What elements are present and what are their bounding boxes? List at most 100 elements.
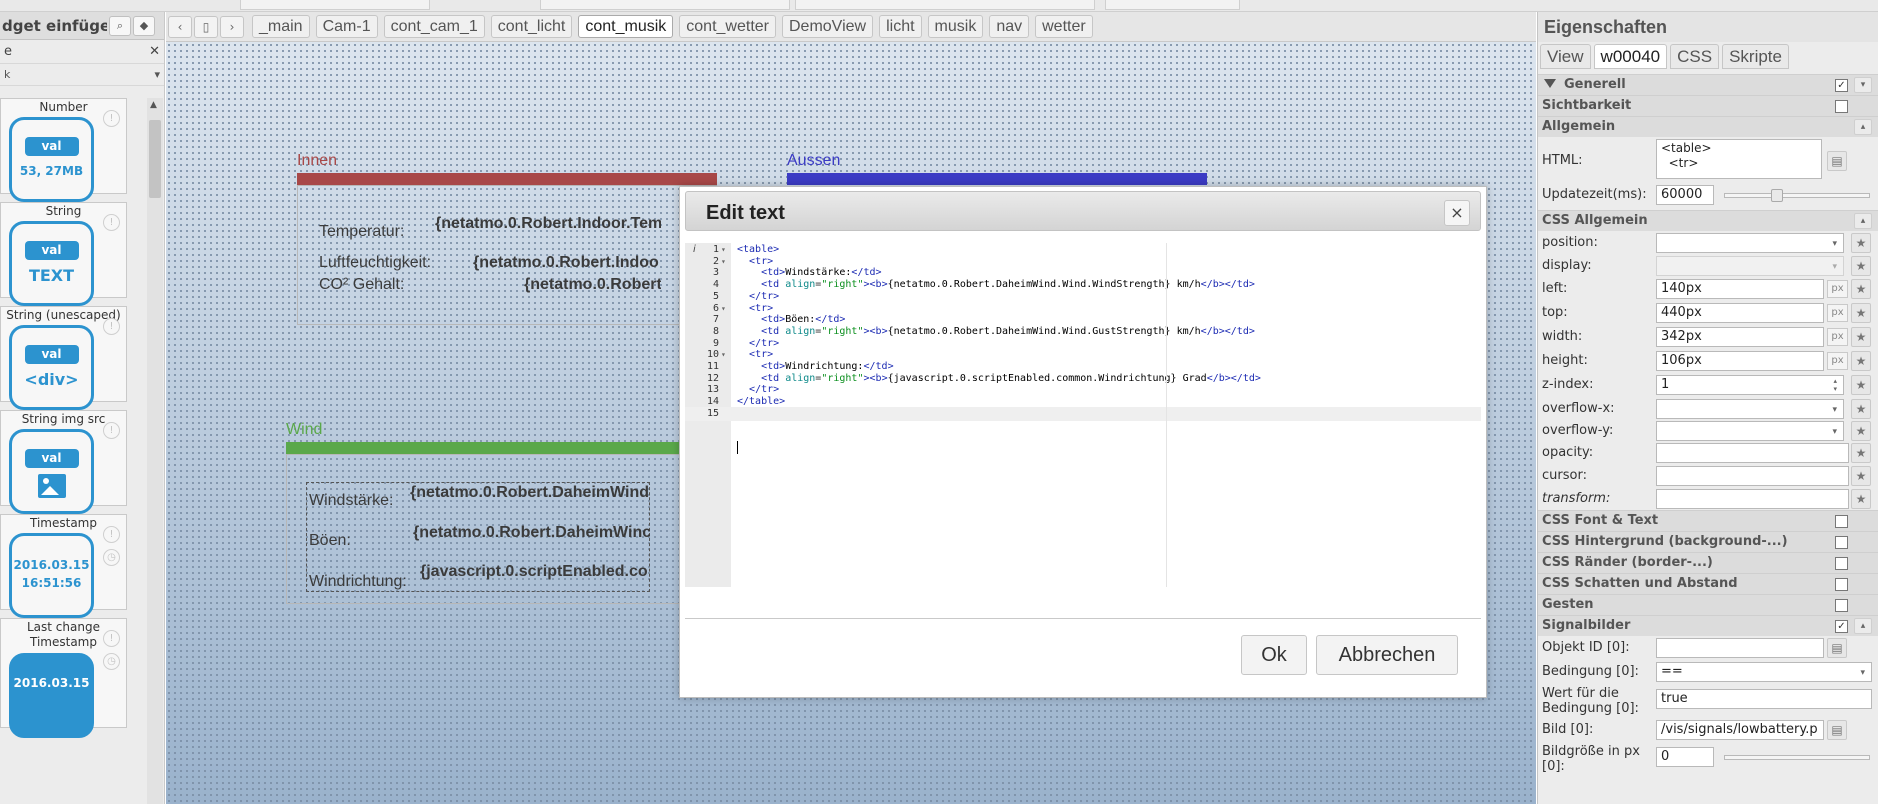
wind-title[interactable]: Wind — [286, 421, 322, 439]
top-field[interactable] — [1105, 0, 1240, 10]
position-select[interactable]: ▾ — [1656, 233, 1844, 253]
cancel-button[interactable]: Abbrechen — [1316, 635, 1458, 675]
aussen-bar[interactable] — [787, 173, 1207, 185]
overflow-y-select[interactable]: ▾ — [1656, 421, 1844, 441]
chevron-right-icon[interactable]: › — [220, 15, 244, 38]
widget-timestamp[interactable]: Timestamp 2016.03.15 16:51:56 ! ◷ — [0, 514, 127, 618]
section-signalbilder[interactable]: Signalbilder ✓ ▴ — [1538, 615, 1878, 636]
opacity-input[interactable] — [1656, 443, 1849, 463]
star-icon[interactable]: ★ — [1851, 327, 1871, 347]
bildgroesse-slider[interactable] — [1724, 755, 1870, 760]
star-icon[interactable]: ★ — [1851, 375, 1871, 395]
widget-list-scrollbar[interactable]: ▲ — [147, 98, 163, 804]
tab-_main[interactable]: _main — [252, 15, 310, 38]
tab-demoview[interactable]: DemoView — [782, 15, 874, 38]
category-select[interactable]: k ▾ — [0, 64, 164, 86]
top-field[interactable] — [240, 0, 430, 10]
left-input[interactable]: 140px — [1656, 279, 1824, 299]
code-editor[interactable]: i 1 ▾ <table> 2 ▾ <tr> 3 <td>Windstärke:</td>… — [685, 243, 1481, 587]
section-css-font[interactable]: CSS Font & Text — [1538, 510, 1878, 531]
info-icon[interactable]: ! — [103, 214, 120, 231]
section-gesten[interactable]: Gesten — [1538, 594, 1878, 615]
checkbox[interactable] — [1835, 578, 1848, 591]
section-sichtbarkeit[interactable]: Sichtbarkeit — [1538, 95, 1878, 116]
tab-licht[interactable]: licht — [879, 15, 922, 38]
filter-row[interactable]: e ✕ — [0, 40, 164, 64]
html-textarea[interactable]: <table> <tr> — [1656, 139, 1822, 179]
section-generell[interactable]: Generell ✓ ▾ — [1538, 74, 1878, 95]
bild-input[interactable]: /vis/signals/lowbattery.p — [1656, 720, 1824, 740]
cursor-input[interactable] — [1656, 466, 1849, 486]
unit-px[interactable]: px — [1827, 328, 1848, 346]
search-icon[interactable]: ⌕ — [109, 15, 131, 36]
overflow-x-select[interactable]: ▾ — [1656, 399, 1844, 419]
star-icon[interactable]: ★ — [1851, 256, 1871, 276]
slider-handle[interactable] — [1771, 189, 1783, 202]
section-css-schatten[interactable]: CSS Schatten und Abstand — [1538, 573, 1878, 594]
unit-px[interactable]: px — [1827, 304, 1848, 322]
wind-bar[interactable] — [286, 442, 680, 454]
info-icon[interactable]: ! — [103, 110, 120, 127]
ok-button[interactable]: Ok — [1241, 635, 1307, 675]
section-allgemein[interactable]: Allgemein ▴ — [1538, 116, 1878, 137]
wert-input[interactable]: true — [1656, 689, 1872, 709]
widget-last-change-timestamp[interactable]: Last change Timestamp 2016.03.15 ! ◷ — [0, 618, 127, 738]
scroll-up-icon[interactable]: ▲ — [150, 100, 157, 110]
tab-cont-licht[interactable]: cont_licht — [490, 15, 573, 38]
star-icon[interactable]: ★ — [1851, 303, 1871, 323]
info-icon[interactable]: ! — [103, 630, 120, 647]
section-css-hintergrund[interactable]: CSS Hintergrund (background-...) — [1538, 531, 1878, 552]
star-icon[interactable]: ★ — [1851, 399, 1871, 419]
generell-checkbox[interactable]: ✓ — [1835, 79, 1848, 92]
clock-icon[interactable]: ◷ — [103, 653, 120, 670]
checkbox[interactable] — [1835, 557, 1848, 570]
unit-px[interactable]: px — [1827, 280, 1848, 298]
bildgroesse-input[interactable]: 0 — [1656, 747, 1714, 767]
innen-bar[interactable] — [297, 173, 717, 185]
close-icon[interactable]: × — [1444, 200, 1470, 226]
top-input[interactable]: 440px — [1656, 303, 1824, 323]
scrollbar-thumb[interactable] — [149, 120, 161, 198]
chevron-left-icon[interactable]: ‹ — [168, 15, 192, 38]
tab-nav[interactable]: nav — [989, 15, 1030, 38]
tab-cam-1[interactable]: Cam-1 — [315, 15, 378, 38]
chevron-up-icon[interactable]: ▴ — [1854, 213, 1872, 229]
height-input[interactable]: 106px — [1656, 351, 1824, 371]
tag-icon[interactable]: ◆ — [133, 15, 155, 36]
star-icon[interactable]: ★ — [1851, 233, 1871, 253]
widget-number[interactable]: Number val 53, 27MB ! — [0, 98, 127, 202]
aussen-title[interactable]: Aussen — [787, 152, 840, 170]
info-icon[interactable]: ! — [103, 526, 120, 543]
checkbox[interactable] — [1835, 599, 1848, 612]
star-icon[interactable]: ★ — [1851, 489, 1871, 509]
star-icon[interactable]: ★ — [1851, 351, 1871, 371]
display-select[interactable]: ▾ — [1656, 256, 1844, 276]
transform-input[interactable] — [1656, 489, 1849, 509]
tab-cont-wetter[interactable]: cont_wetter — [679, 15, 776, 38]
updatezeit-input[interactable]: 60000 — [1656, 185, 1714, 205]
list-icon[interactable]: ▤ — [1827, 720, 1847, 740]
list-icon[interactable]: ▤ — [1827, 638, 1847, 658]
sichtbarkeit-checkbox[interactable] — [1835, 100, 1848, 113]
tab-skripte[interactable]: Skripte — [1722, 44, 1789, 69]
tab-widget-id[interactable]: w00040 — [1593, 44, 1668, 69]
star-icon[interactable]: ★ — [1851, 466, 1871, 486]
filter-input[interactable]: e — [4, 44, 12, 59]
tab-cont-cam-1[interactable]: cont_cam_1 — [383, 15, 485, 38]
tab-wetter[interactable]: wetter — [1035, 15, 1093, 38]
updatezeit-slider[interactable] — [1724, 193, 1870, 198]
checkbox[interactable] — [1835, 515, 1848, 528]
top-field[interactable] — [540, 0, 790, 10]
clock-icon[interactable]: ◷ — [103, 549, 120, 566]
unit-px[interactable]: px — [1827, 352, 1848, 370]
chevron-up-icon[interactable]: ▴ — [1854, 618, 1872, 634]
tab-css[interactable]: CSS — [1670, 44, 1720, 69]
checkbox[interactable]: ✓ — [1835, 620, 1848, 633]
clear-icon[interactable]: ✕ — [149, 44, 160, 59]
dialog-titlebar[interactable]: Edit text × — [685, 191, 1481, 231]
widget-string[interactable]: String val TEXT ! — [0, 202, 127, 306]
star-icon[interactable]: ★ — [1851, 443, 1871, 463]
star-icon[interactable]: ★ — [1851, 279, 1871, 299]
top-field[interactable] — [795, 0, 1095, 10]
section-css-raender[interactable]: CSS Ränder (border-...) — [1538, 552, 1878, 573]
